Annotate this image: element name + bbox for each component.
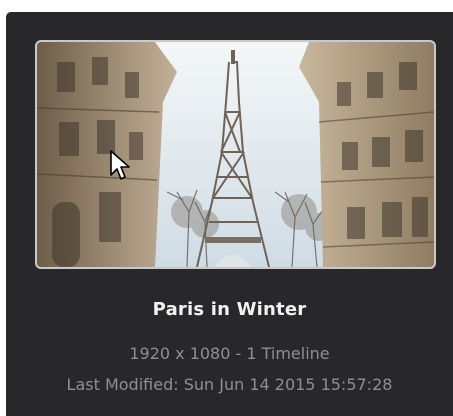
project-thumbnail[interactable] — [35, 40, 436, 269]
project-title: Paris in Winter — [152, 299, 307, 320]
project-last-modified: Last Modified: Sun Jun 14 2015 15:57:28 — [66, 375, 393, 394]
thumbnail-image — [37, 42, 434, 267]
project-card[interactable]: Paris in Winter 1920 x 1080 - 1 Timeline… — [6, 12, 453, 416]
project-resolution-timeline: 1920 x 1080 - 1 Timeline — [129, 344, 330, 363]
